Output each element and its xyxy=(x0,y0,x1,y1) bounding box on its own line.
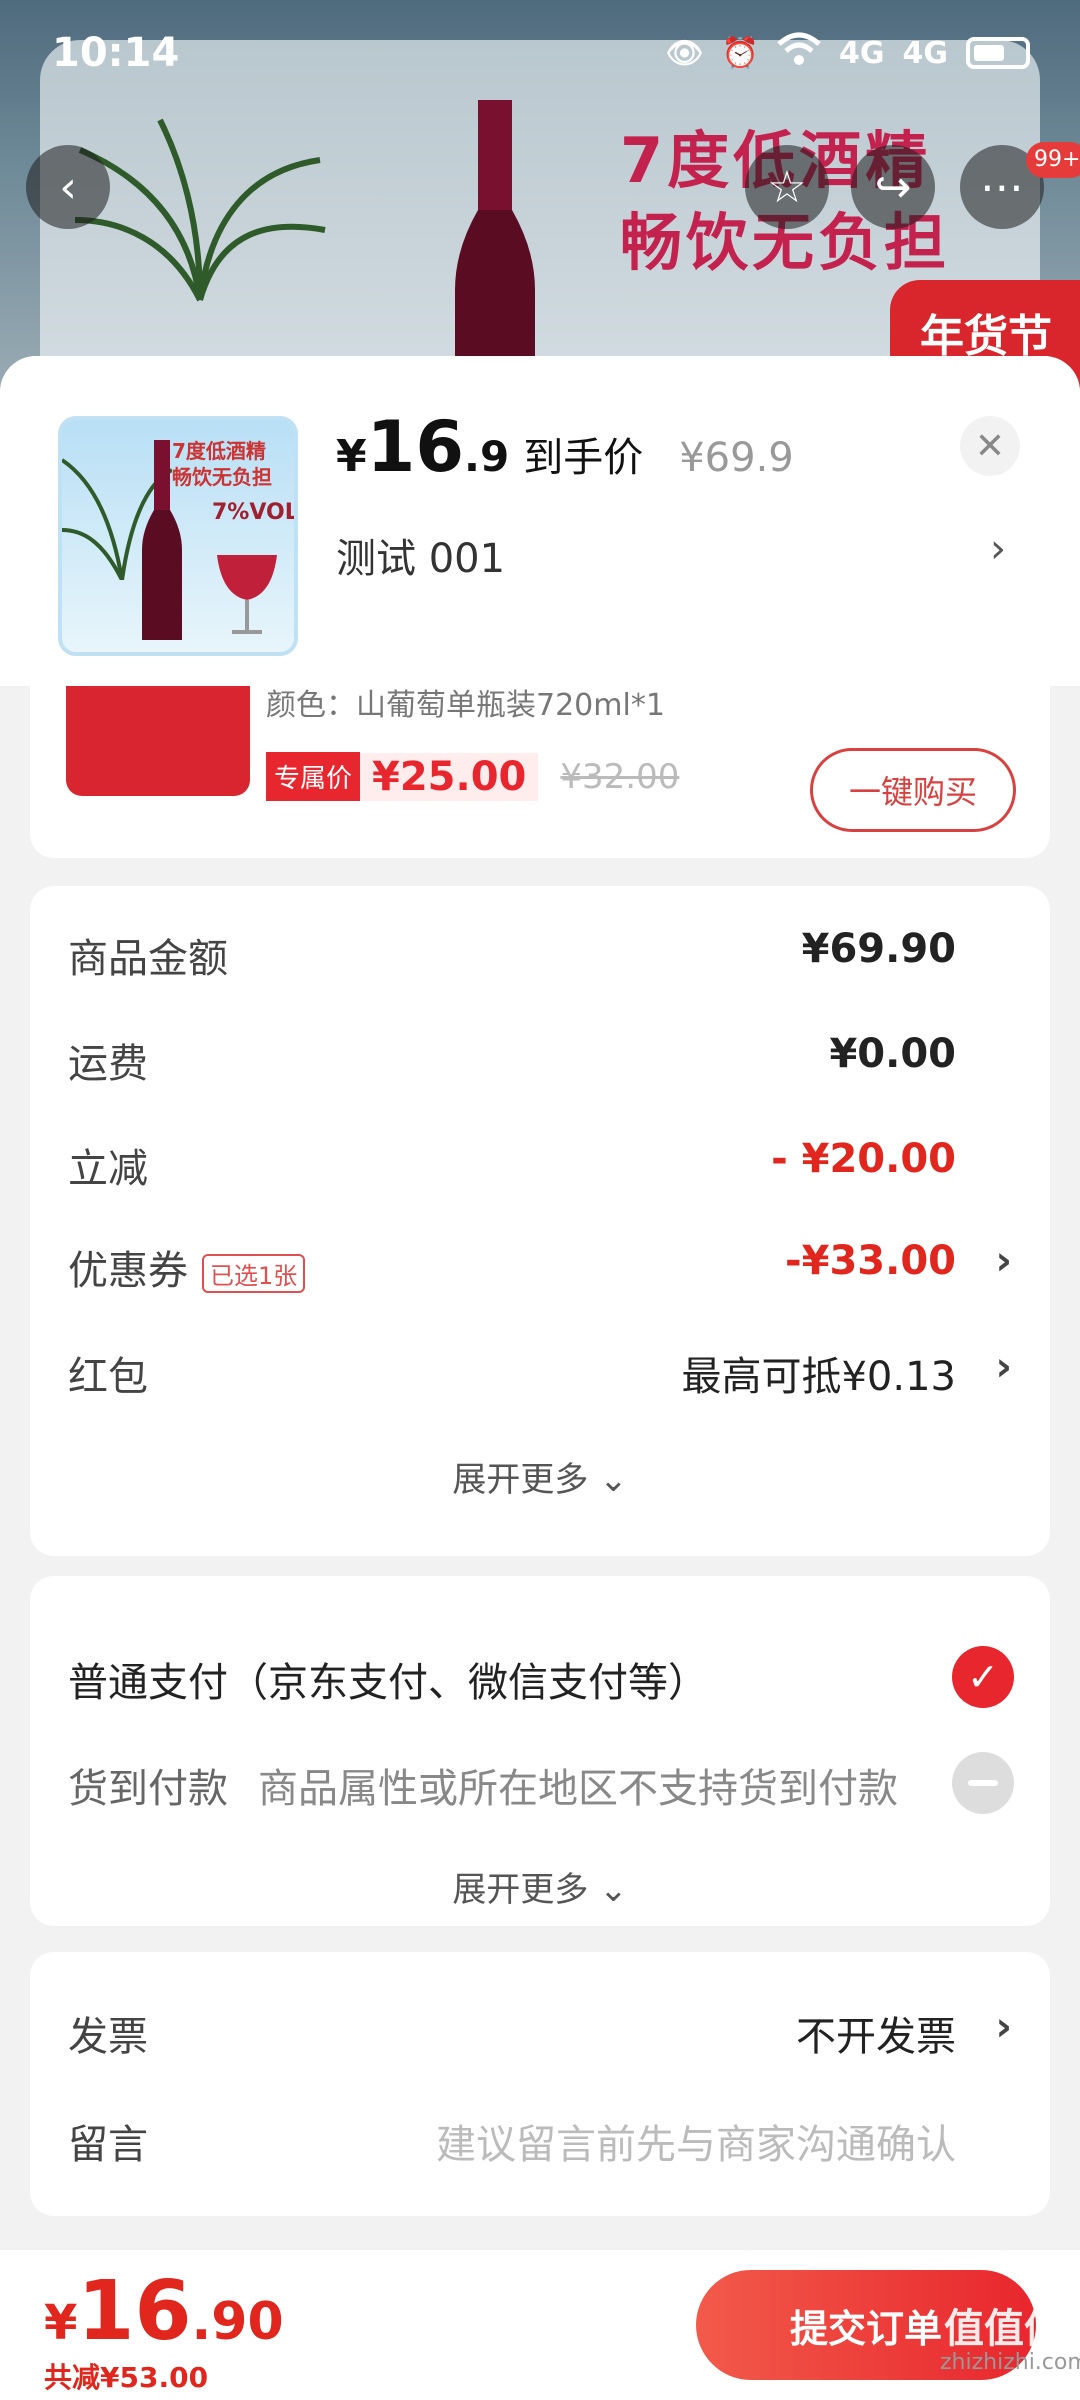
payment-card: 普通支付（京东支付、微信支付等） ✓ 货到付款 商品属性或所在地区不支持货到付款 … xyxy=(30,1576,1050,1926)
product-thumbnail: 7度低酒精 畅饮无负担 7%VOL xyxy=(58,416,298,656)
bottom-bar: ¥ 16 .90 共减¥53.00 提交订单 xyxy=(0,2250,1080,2400)
price-decimal: .9 xyxy=(464,432,510,481)
goods-amount-row: 商品金额 ¥69.90 xyxy=(68,916,1012,986)
total-saved: 共减¥53.00 xyxy=(44,2361,209,2394)
invoice-value: 不开发票 xyxy=(796,2014,956,2060)
coupon-value: -¥33.00 xyxy=(785,1238,956,1284)
goods-amount-value: ¥69.90 xyxy=(801,926,956,972)
expand-label: 展开更多 xyxy=(452,1870,589,1910)
signal-4g-icon-2: 4G xyxy=(902,35,949,71)
thumb-headline: 7度低酒精 畅饮无负担 xyxy=(172,439,272,489)
chevron-left-icon: ‹ xyxy=(59,161,77,213)
expand-label: 展开更多 xyxy=(452,1460,589,1500)
price-summary-card: 商品金额 ¥69.90 运费 ¥0.00 立减 - ¥20.00 优惠券 已选1张… xyxy=(30,886,1050,1556)
original-price: ¥69.9 xyxy=(679,435,794,481)
thumb-vol: 7%VOL xyxy=(212,500,298,525)
battery-icon xyxy=(966,37,1030,69)
chevron-right-icon[interactable]: › xyxy=(996,1344,1012,1390)
goods-amount-label: 商品金额 xyxy=(68,936,228,982)
alarm-icon: ⏰ xyxy=(721,35,759,71)
sku-selector[interactable]: 测试 001 xyxy=(336,526,505,584)
red-packet-label: 红包 xyxy=(68,1354,148,1400)
status-icons: 👁 ⏰ 4G 4G xyxy=(666,32,1030,74)
chevron-right-icon[interactable]: › xyxy=(996,1238,1012,1284)
instant-discount-label: 立减 xyxy=(68,1146,148,1192)
instant-discount-row: 立减 - ¥20.00 xyxy=(68,1126,1012,1196)
expand-more-payment[interactable]: 展开更多 ⌄ xyxy=(30,1862,1050,1911)
status-time: 10:14 xyxy=(52,30,180,76)
coupon-label: 优惠券 xyxy=(68,1248,188,1294)
chevron-down-icon: ⌄ xyxy=(599,1460,628,1500)
back-button[interactable]: ‹ xyxy=(26,145,110,229)
shipping-value: ¥0.00 xyxy=(829,1031,956,1077)
coupon-row[interactable]: 优惠券 已选1张 -¥33.00 › xyxy=(68,1228,1012,1298)
watermark-text: zhizhizhi.com xyxy=(940,2350,1080,2375)
price-line: ¥ 16 .9 到手价 ¥69.9 xyxy=(336,406,794,488)
shipping-label: 运费 xyxy=(68,1041,148,1087)
exclusive-price-tag: 专属价 ¥25.00 ¥32.00 xyxy=(266,752,679,801)
exclusive-original-price: ¥32.00 xyxy=(560,756,680,797)
palm-leaf-image xyxy=(74,118,326,302)
check-icon[interactable]: ✓ xyxy=(952,1646,1014,1708)
message-label: 留言 xyxy=(68,2122,148,2168)
wifi-icon xyxy=(777,32,821,74)
exclusive-label: 专属价 xyxy=(266,752,361,801)
close-button[interactable]: ✕ xyxy=(960,416,1020,476)
signal-4g-icon: 4G xyxy=(839,35,885,71)
coupon-label-wrap: 优惠券 已选1张 xyxy=(68,1238,306,1296)
wine-glass-image xyxy=(217,555,277,634)
one-click-buy-button[interactable]: 一键购买 xyxy=(810,748,1016,832)
order-sheet: 7度低酒精 畅饮无负担 7%VOL ¥ 16 .9 到手价 ¥69.9 ✕ 测试 … xyxy=(0,356,1080,2256)
more-icon: ⋯ xyxy=(980,161,1024,213)
message-badge: 99+ xyxy=(1026,142,1080,178)
red-packet-row[interactable]: 红包 最高可抵¥0.13 › xyxy=(68,1334,1012,1404)
total-integer: 16 xyxy=(77,2264,192,2359)
invoice-card: 发票 不开发票 › 留言 建议留言前先与商家沟通确认 xyxy=(30,1952,1050,2216)
expand-more-summary[interactable]: 展开更多 ⌄ xyxy=(30,1452,1050,1501)
close-icon: ✕ xyxy=(974,425,1006,467)
favorite-button[interactable]: ☆ xyxy=(745,145,829,229)
chevron-right-icon[interactable]: › xyxy=(996,2004,1012,2050)
cod-payment-option: 货到付款 商品属性或所在地区不支持货到付款 xyxy=(68,1756,898,1814)
total-decimal: .90 xyxy=(191,2292,284,2352)
price-yen: ¥ xyxy=(336,431,367,482)
cod-note: 商品属性或所在地区不支持货到付款 xyxy=(258,1766,898,1812)
status-bar: 10:14 👁 ⏰ 4G 4G xyxy=(0,0,1080,110)
disabled-icon xyxy=(952,1752,1014,1814)
share-icon: ↪ xyxy=(874,161,912,213)
coupon-selected-tag: 已选1张 xyxy=(202,1253,306,1293)
product-card: 颜色：山葡萄单瓶装720ml*1 专属价 ¥25.00 ¥32.00 一键购买 xyxy=(30,686,1050,858)
eye-icon: 👁 xyxy=(665,35,704,71)
chevron-down-icon: ⌄ xyxy=(599,1870,628,1910)
invoice-label: 发票 xyxy=(68,2014,148,2060)
chevron-right-icon[interactable]: › xyxy=(990,526,1006,572)
shipping-row: 运费 ¥0.00 xyxy=(68,1021,1012,1091)
share-button[interactable]: ↪ xyxy=(851,145,935,229)
price-integer: 16 xyxy=(366,406,465,488)
red-packet-value: 最高可抵¥0.13 xyxy=(681,1354,956,1400)
normal-payment-option[interactable]: 普通支付（京东支付、微信支付等） xyxy=(68,1650,708,1708)
total-yen: ¥ xyxy=(44,2295,78,2351)
product-spec: 颜色：山葡萄单瓶装720ml*1 xyxy=(266,688,665,723)
wine-bottle-image xyxy=(455,100,535,400)
invoice-row[interactable]: 发票 不开发票 › xyxy=(68,2004,1012,2062)
exclusive-price: ¥25.00 xyxy=(360,752,539,801)
message-input[interactable]: 建议留言前先与商家沟通确认 xyxy=(436,2112,956,2170)
message-row[interactable]: 留言 建议留言前先与商家沟通确认 xyxy=(68,2112,1012,2170)
cod-label: 货到付款 xyxy=(68,1766,228,1812)
price-label: 到手价 xyxy=(523,435,644,481)
sheet-header: 7度低酒精 畅饮无负担 7%VOL ¥ 16 .9 到手价 ¥69.9 ✕ 测试 … xyxy=(0,356,1080,686)
instant-discount-value: - ¥20.00 xyxy=(771,1136,956,1182)
product-image xyxy=(66,686,250,796)
total-price: ¥ 16 .90 xyxy=(44,2264,284,2359)
watermark-logo: 值值值 xyxy=(944,2306,1064,2352)
star-icon: ☆ xyxy=(767,161,807,213)
